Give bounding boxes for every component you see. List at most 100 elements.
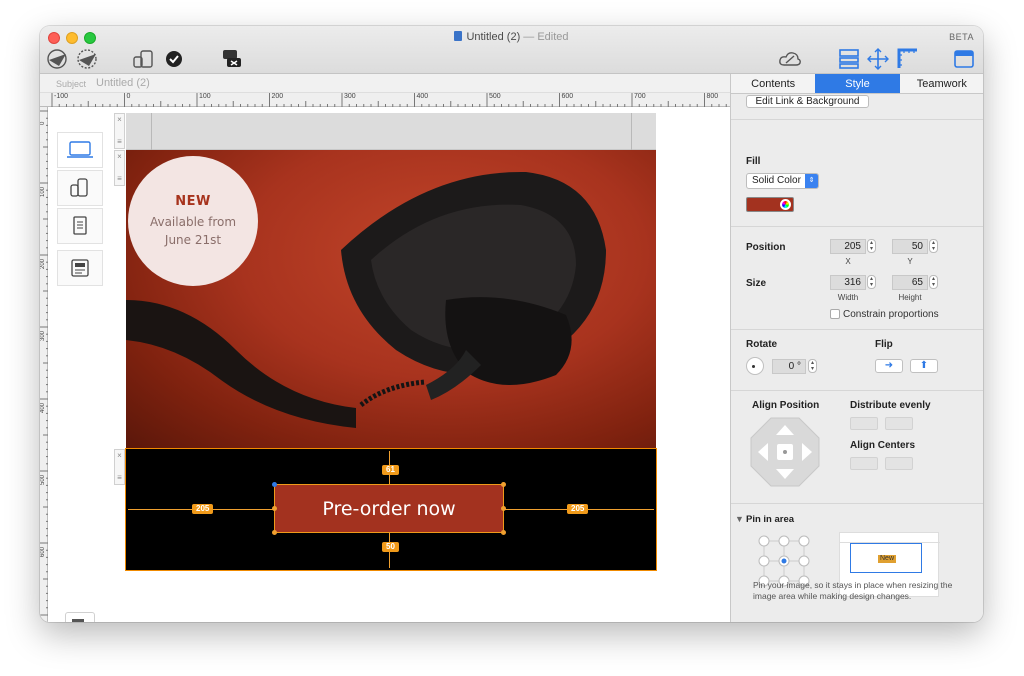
rotate-input[interactable]: 0 ° [772,359,806,374]
send-campaign-icon[interactable] [74,48,100,70]
size-width-stepper[interactable]: ▴ ▾ [867,275,876,289]
size-label: Size [746,278,767,289]
pre-order-button[interactable]: Pre-order now [272,482,506,535]
position-y-input[interactable]: 50 [892,239,928,254]
document-icon [454,31,463,41]
resize-handle[interactable] [501,506,506,511]
position-x-input[interactable]: 205 [830,239,866,254]
size-height-stepper[interactable]: ▴ ▾ [929,275,938,289]
block-handle-header[interactable]: × ≡ [114,113,125,149]
new-badge[interactable]: NEW Available from June 21st [128,156,258,286]
device-preview-icon[interactable] [132,48,158,70]
tab-contents[interactable]: Contents [731,74,815,93]
flip-horizontal-button[interactable]: ➜ [875,359,903,373]
resize-handle[interactable] [501,482,506,487]
flip-vertical-button[interactable]: ⬆ [910,359,938,373]
inspector-tabs: Contents Style Teamwork [731,74,983,94]
inspector-panel: Contents Style Teamwork Edit Link & Back… [730,74,983,622]
arrow-up-icon: ⬆ [919,360,929,371]
height-caption: Height [898,293,922,302]
spam-check-icon[interactable] [220,48,244,70]
resize-handle[interactable] [272,530,277,535]
inbox-icon [71,259,89,277]
tab-teamwork[interactable]: Teamwork [900,74,983,93]
fill-type-select[interactable]: Solid Color ⇕ [746,173,819,189]
distribute-horizontal-button[interactable] [850,417,878,430]
send-test-icon[interactable] [46,48,70,70]
resize-handle[interactable] [272,506,277,511]
tab-style[interactable]: Style [815,74,900,93]
badge-line-2: June 21st [164,232,222,247]
header-block[interactable] [126,113,656,150]
inbox-preview-button[interactable] [57,250,103,286]
ruler-tick-label: 400 [416,93,429,100]
ruler-tick-label: 0 [40,121,46,125]
width-caption: Width [837,293,859,302]
ruler-tick-label: -100 [54,93,69,100]
left-distance-label: 205 [192,504,214,514]
ruler-tick-label: 100 [40,186,46,197]
resize-handle[interactable] [501,530,506,535]
close-block-icon[interactable]: × [117,451,122,461]
sidebar-toggle-icon[interactable] [952,48,976,70]
position-x-stepper[interactable]: ▴ ▾ [867,239,876,253]
edit-link-background-button[interactable]: Edit Link & Background [746,95,869,108]
subject-bar: Subject Untitled (2) [40,74,730,93]
alignment-octagon-icon [750,417,820,487]
title-bar: Untitled (2) — Edited BETA [40,26,983,74]
flip-label: Flip [875,339,893,350]
align-position-pad[interactable] [750,417,820,487]
layout-blocks-icon[interactable] [837,48,861,70]
size-width-input[interactable]: 316 [830,275,866,290]
ruler-tick-label: 500 [40,474,46,485]
desktop-preview-button[interactable] [57,132,103,168]
app-window: Untitled (2) — Edited BETA Subject Untit… [40,26,983,622]
block-handle-cta[interactable]: × ≡ [114,449,125,485]
subject-field[interactable]: Untitled (2) [96,77,150,89]
position-y-stepper[interactable]: ▴ ▾ [929,239,938,253]
position-label: Position [746,242,786,253]
cloud-sync-icon[interactable] [778,48,802,70]
distribute-vertical-button[interactable] [885,417,913,430]
pin-in-area-label: Pin in area [746,514,795,525]
ruler-tick-label: 400 [40,402,46,413]
disclosure-triangle-icon[interactable]: ▼ [735,514,744,524]
rotate-dial[interactable] [746,357,764,375]
rotate-label: Rotate [746,339,778,350]
layers-button[interactable] [65,612,95,622]
drag-block-icon[interactable]: ≡ [117,174,122,184]
mobile-preview-button[interactable] [57,170,103,206]
resize-handle[interactable] [272,482,277,487]
align-center-vertical-button[interactable] [850,457,878,470]
rotate-stepper[interactable]: ▴ ▾ [808,359,817,373]
close-block-icon[interactable]: × [117,152,122,162]
ruler-tick-label: 100 [199,93,211,100]
x-caption: X [845,257,851,266]
align-position-label: Align Position [752,400,820,411]
drag-block-icon[interactable]: ≡ [117,137,122,147]
pin-preview-badge: New [878,555,897,563]
close-block-icon[interactable]: × [117,115,122,125]
beta-label: BETA [949,32,974,42]
subject-label: Subject [56,79,87,89]
align-centers-label: Align Centers [850,440,916,451]
drag-block-icon[interactable]: ≡ [117,473,122,483]
laptop-icon [67,141,93,158]
fill-color-swatch[interactable] [746,197,794,212]
text-preview-button[interactable] [57,208,103,244]
size-height-input[interactable]: 65 [892,275,928,290]
badge-new-text: NEW [175,193,211,209]
constrain-proportions-checkbox[interactable] [830,309,840,319]
cta-image-area[interactable]: 205 205 61 50 Pre-order now [125,448,657,571]
block-handle-hero[interactable]: × ≡ [114,150,125,186]
preview-size-toolbar [57,132,103,288]
window-title: Untitled (2) — Edited [40,31,983,43]
design-canvas[interactable]: × ≡ × ≡ NEW Available from June 21st × ≡… [48,107,730,622]
align-center-horizontal-button[interactable] [885,457,913,470]
check-icon[interactable] [164,48,184,70]
rulers-icon[interactable] [896,48,920,70]
hero-image[interactable]: NEW Available from June 21st [126,150,656,449]
top-distance-label: 61 [382,465,399,475]
bottom-distance-label: 50 [382,542,399,552]
guides-move-icon[interactable] [866,48,890,70]
